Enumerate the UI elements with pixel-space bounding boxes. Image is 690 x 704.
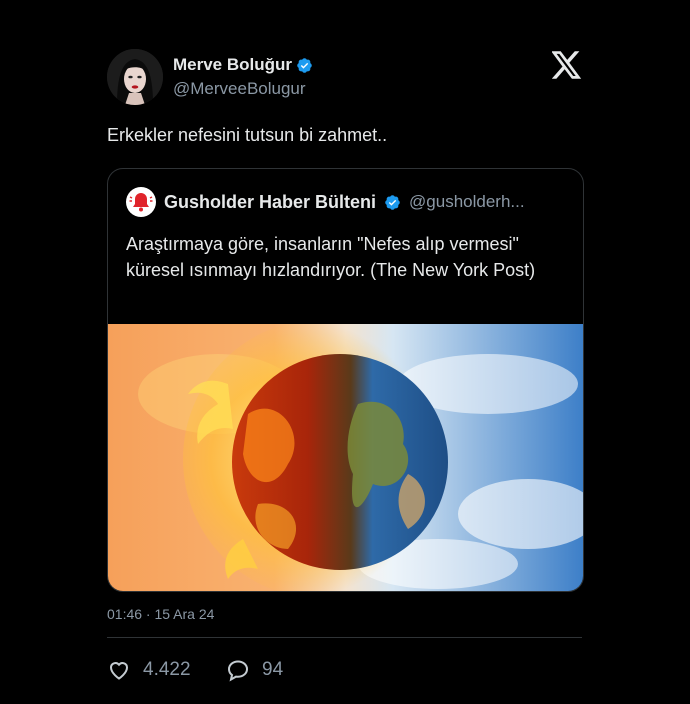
tweet-timestamp[interactable]: 01:46 · 15 Ara 24 bbox=[107, 606, 214, 622]
quoted-header: Gusholder Haber Bülteni @gusholderh... bbox=[126, 187, 569, 217]
quoted-image[interactable] bbox=[108, 324, 583, 591]
verified-badge-icon bbox=[385, 194, 400, 210]
verified-badge-icon bbox=[297, 57, 312, 73]
x-logo-icon[interactable] bbox=[552, 51, 582, 79]
profile-photo-icon bbox=[107, 49, 163, 105]
quoted-tweet[interactable]: Gusholder Haber Bülteni @gusholderh... A… bbox=[107, 168, 584, 592]
quoted-name[interactable]: Gusholder Haber Bülteni bbox=[164, 192, 376, 213]
quoted-handle[interactable]: @gusholderh... bbox=[409, 192, 525, 212]
quoted-avatar[interactable] bbox=[126, 187, 156, 217]
author-handle[interactable]: @MerveeBolugur bbox=[173, 79, 306, 99]
reply-button[interactable]: 94 bbox=[226, 658, 283, 682]
divider bbox=[107, 637, 582, 638]
author-avatar[interactable] bbox=[107, 49, 163, 105]
author-name-text[interactable]: Merve Boluğur bbox=[173, 55, 292, 75]
tweet-card: Merve Boluğur @MerveeBolugur Erkekler ne… bbox=[0, 0, 690, 704]
speech-bubble-icon bbox=[227, 660, 249, 682]
like-button[interactable]: 4.422 bbox=[107, 658, 191, 682]
author-name[interactable]: Merve Boluğur bbox=[173, 55, 313, 75]
tweet-text: Erkekler nefesini tutsun bi zahmet.. bbox=[107, 125, 388, 145]
red-bell-icon bbox=[129, 193, 153, 212]
quoted-text: Araştırmaya göre, insanların "Nefes alıp… bbox=[126, 234, 536, 280]
heart-icon bbox=[109, 662, 129, 680]
like-count: 4.422 bbox=[143, 659, 191, 680]
reply-count: 94 bbox=[262, 659, 284, 680]
